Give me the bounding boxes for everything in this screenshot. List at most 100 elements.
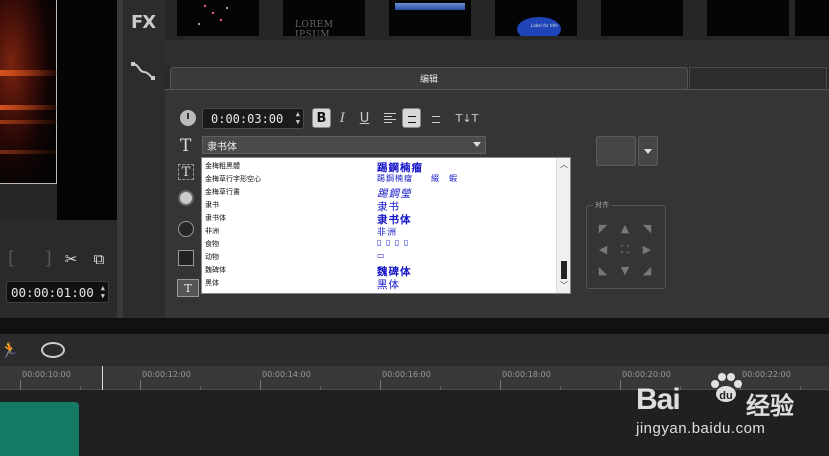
ruler-tick (620, 380, 621, 390)
motion-path-icon[interactable] (129, 58, 157, 84)
align-bottom-left-icon[interactable]: ◣ (592, 260, 614, 281)
align-center-icon[interactable]: ⛶ (614, 239, 636, 260)
align-bottom-right-icon[interactable]: ◢ (636, 260, 658, 281)
timeline-clip[interactable] (0, 402, 79, 456)
title-preset-thumbnail[interactable] (707, 0, 789, 36)
text-background-button[interactable] (178, 221, 194, 237)
ruler-tick (140, 380, 141, 390)
title-preset-thumbnail[interactable]: LOREM IPSUM (283, 0, 365, 36)
align-right-button[interactable] (424, 108, 443, 128)
font-name: 非洲 (205, 227, 219, 235)
font-list-item[interactable]: 食物 ▯ ▯ ▯ ▯ (202, 238, 557, 251)
tab-edit[interactable]: 编辑 (170, 67, 688, 89)
options-panel-header (165, 40, 829, 66)
font-name: 黑体 (205, 279, 219, 287)
mark-in-out-brackets[interactable]: [ ] (8, 248, 64, 269)
duration-spinner-icon[interactable]: ▲ ▼ (296, 110, 300, 126)
tab-edit-label: 编辑 (419, 75, 438, 85)
ruler-tick-label: 00:00:10:00 (22, 370, 71, 379)
title-preset-thumbnail[interactable] (389, 0, 471, 36)
align-top-right-icon[interactable]: ◥ (636, 218, 658, 239)
ruler-tick-label: 00:00:18:00 (502, 370, 551, 379)
font-select-value: 隶书体 (207, 141, 237, 153)
italic-button[interactable]: I (333, 108, 352, 128)
background-fill-button[interactable] (178, 250, 194, 266)
title-preset-thumbnail[interactable] (177, 0, 259, 36)
text-frame-icon[interactable]: T (178, 164, 194, 180)
text-direction-button[interactable]: T↓T (452, 108, 482, 128)
preview-timecode[interactable]: 00:00:01:00 ▲ ▼ (6, 281, 109, 303)
ruler-tick (20, 380, 21, 390)
font-list-item[interactable]: 非洲 非洲 (202, 225, 557, 238)
font-list-item[interactable]: 金梅粗黑體 踢鋼楠瘤 (202, 160, 557, 174)
ruler-tick (500, 380, 501, 390)
color-dropdown-button[interactable] (638, 136, 658, 166)
ruler-tick-label: 00:00:12:00 (142, 370, 191, 379)
color-swatch[interactable] (596, 136, 636, 166)
font-sample: ▭ (377, 251, 386, 260)
timecode-spinner-icon[interactable]: ▲ ▼ (101, 284, 105, 300)
font-name: 金梅草行書 (205, 188, 240, 196)
title-preset-thumbnail[interactable] (601, 0, 683, 36)
font-select[interactable]: 隶书体 (202, 136, 486, 154)
fx-icon[interactable]: FX (131, 12, 156, 33)
motion-tracking-icon[interactable]: 🏃 (0, 341, 19, 359)
border-shadow-button[interactable] (178, 190, 194, 206)
align-right-icon[interactable]: ▶ (636, 239, 658, 260)
watermark-bai: Bai (636, 383, 681, 416)
font-list-item[interactable]: 隶书 隶书 (202, 199, 557, 213)
align-left-button[interactable] (380, 108, 399, 128)
ruler-tick (260, 380, 261, 390)
bold-button[interactable]: B (312, 108, 331, 128)
duration-input[interactable]: 0:00:03:00 ▲ ▼ (202, 108, 304, 129)
watermark-url: jingyan.baidu.com (636, 420, 766, 437)
title-preset-thumbnail[interactable] (795, 0, 829, 36)
video-editor-window: [ ] ✂ ⧉ 00:00:01:00 ▲ ▼ FX LOREM IPSUM L… (0, 0, 829, 456)
align-top-icon[interactable]: ▲ (614, 218, 636, 239)
preview-timecode-value: 00:00:01:00 (11, 284, 94, 300)
chevron-down-icon (473, 142, 481, 147)
timeline-toolbar (0, 334, 829, 366)
font-name: 金梅草行字形空心 (205, 175, 261, 183)
ruler-tick-label: 00:00:14:00 (262, 370, 311, 379)
font-sample: 非洲 (377, 228, 398, 238)
align-top-left-icon[interactable]: ◤ (592, 218, 614, 239)
alignment-grid: ◤ ▲ ◥ ◀ ⛶ ▶ ◣ ▼ ◢ (592, 218, 658, 282)
scrollbar-thumb[interactable] (561, 261, 567, 279)
duration-value: 0:00:03:00 (211, 111, 284, 126)
align-bottom-icon[interactable]: ▼ (614, 260, 636, 281)
blue-bar-preview (395, 3, 465, 10)
alignment-label: 对齐 (593, 200, 611, 210)
baidu-watermark: Bai du 经验 jingyan.baidu.com (636, 366, 826, 456)
font-icon: T (180, 136, 192, 156)
playhead[interactable] (102, 366, 103, 390)
library-side-toolbar (123, 0, 165, 318)
scissors-icon[interactable]: ✂ (62, 250, 80, 268)
copy-icon[interactable]: ⧉ (90, 250, 108, 268)
align-left-icon[interactable]: ◀ (592, 239, 614, 260)
font-list-item[interactable]: 魏碑体 魏碑体 (202, 264, 557, 278)
sparkle-preview (198, 4, 228, 25)
paw-logo-icon: du (711, 373, 742, 402)
underline-button[interactable]: U (355, 108, 374, 128)
font-list-scrollbar[interactable]: ︿ ﹀ (556, 158, 570, 293)
thumbnail-caption: LOREM IPSUM (295, 20, 334, 36)
font-list[interactable]: 金梅粗黑體 踢鋼楠瘤 金梅草行字形空心 踢鋼楠瘤 綴 蝦 金梅草行書 踢鋼瑩 隶… (201, 157, 571, 294)
font-name: 食物 (205, 240, 219, 248)
tab-attributes[interactable] (689, 67, 827, 89)
text-style-button[interactable]: T (177, 279, 199, 297)
lasso-icon[interactable] (41, 342, 65, 358)
font-list-item[interactable]: 金梅草行字形空心 踢鋼楠瘤 綴 蝦 (202, 173, 557, 186)
chevron-up-icon[interactable]: ︿ (558, 159, 570, 171)
chevron-down-icon[interactable]: ﹀ (558, 280, 570, 292)
font-list-item[interactable]: 动物 ▭ (202, 251, 557, 264)
font-list-item[interactable]: 黑体 黑体 (202, 277, 557, 291)
watermark-du: du (719, 390, 732, 402)
title-preset-thumbnail[interactable]: Label for title (495, 0, 577, 36)
font-list-item[interactable]: 金梅草行書 踢鋼瑩 (202, 186, 557, 200)
align-center-button[interactable] (402, 108, 421, 128)
font-list-item[interactable]: 隶书体 隶书体 (202, 212, 557, 226)
preview-video-frame (0, 0, 57, 184)
panel-divider[interactable] (0, 318, 829, 334)
align-right-icon (428, 113, 440, 123)
